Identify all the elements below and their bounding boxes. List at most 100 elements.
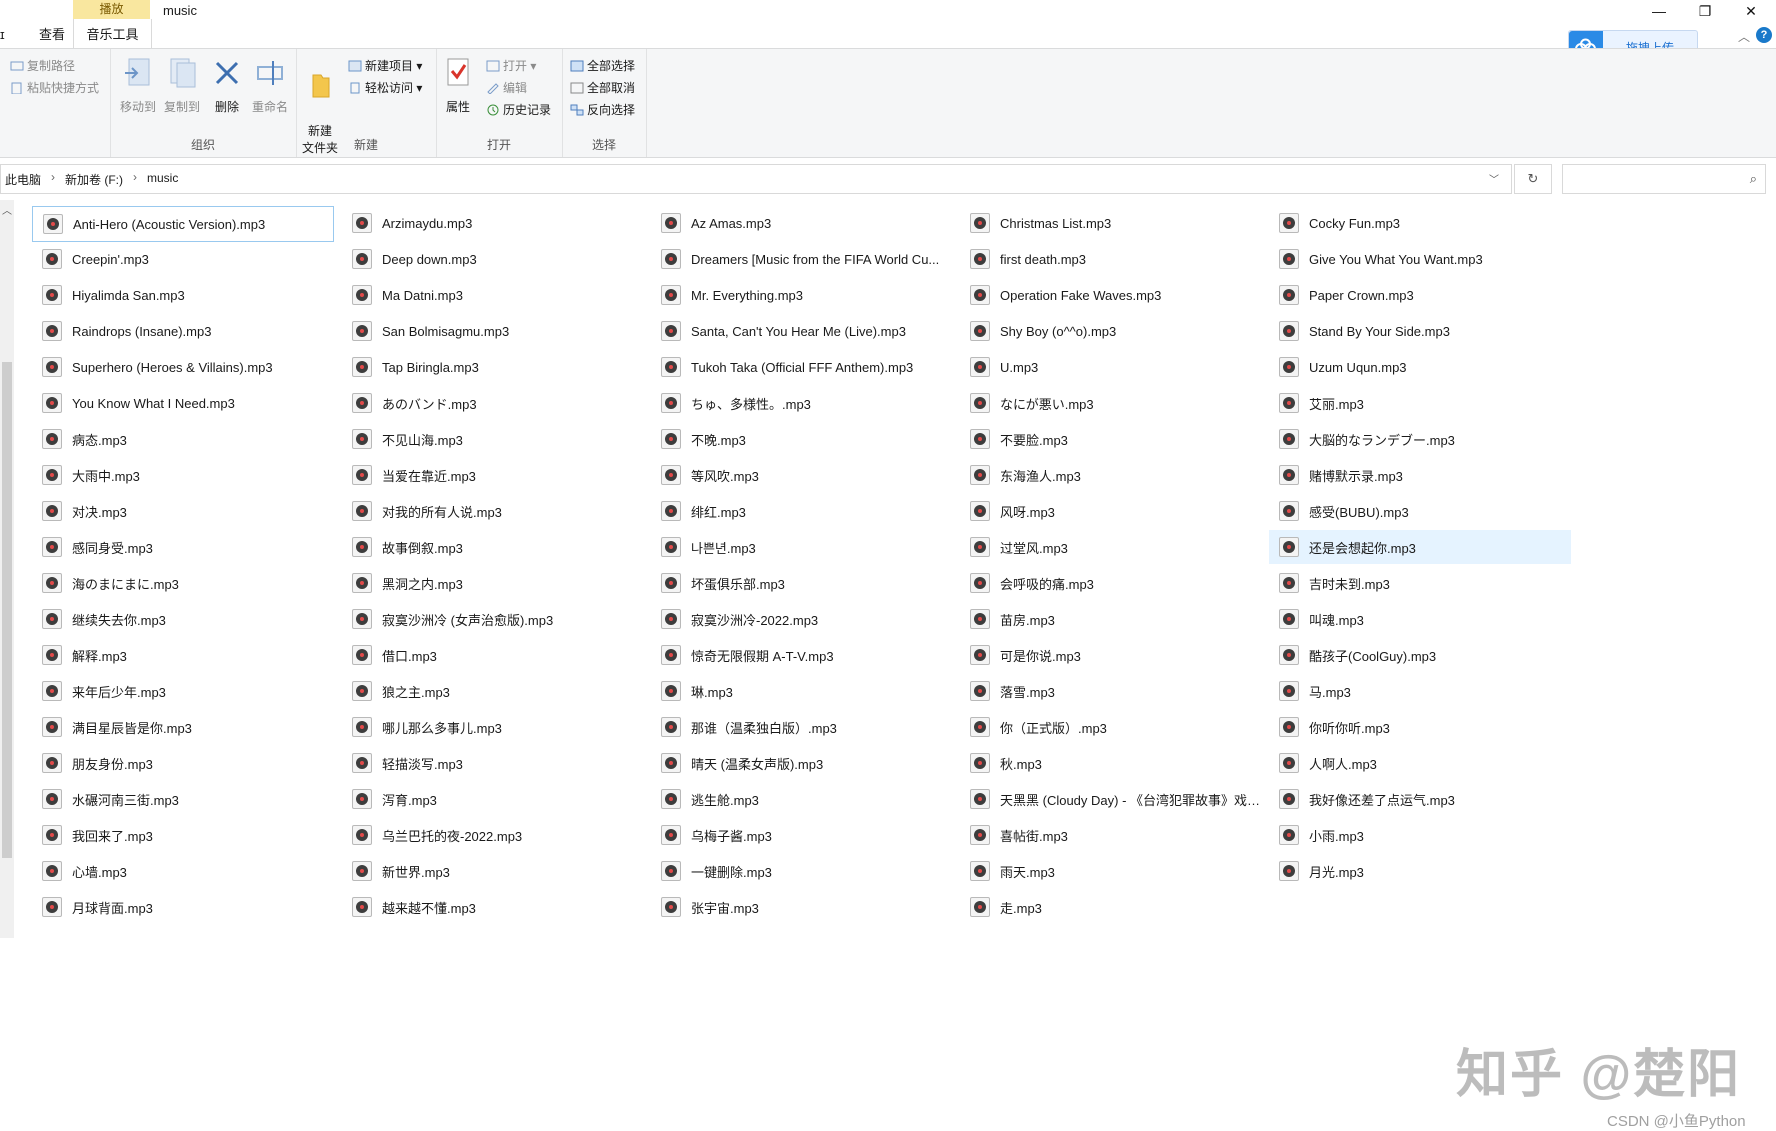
history-button[interactable]: 历史记录 bbox=[486, 101, 551, 118]
file-item[interactable]: 借口.mp3 bbox=[342, 638, 644, 672]
file-item[interactable]: 喜帖街.mp3 bbox=[960, 818, 1262, 852]
file-item[interactable]: Creepin'.mp3 bbox=[32, 242, 334, 276]
file-item[interactable]: U.mp3 bbox=[960, 350, 1262, 384]
file-item[interactable]: 感受(BUBU).mp3 bbox=[1269, 494, 1571, 528]
file-item[interactable]: 人啊人.mp3 bbox=[1269, 746, 1571, 780]
file-item[interactable]: Hiyalimda San.mp3 bbox=[32, 278, 334, 312]
file-item[interactable]: 解释.mp3 bbox=[32, 638, 334, 672]
file-item[interactable]: Give You What You Want.mp3 bbox=[1269, 242, 1571, 276]
file-item[interactable]: 寂寞沙洲冷 (女声治愈版).mp3 bbox=[342, 602, 644, 636]
breadcrumb-music[interactable]: music bbox=[147, 171, 178, 185]
file-item[interactable]: 马.mp3 bbox=[1269, 674, 1571, 708]
file-item[interactable]: 风呀.mp3 bbox=[960, 494, 1262, 528]
file-item[interactable]: 苗房.mp3 bbox=[960, 602, 1262, 636]
file-item[interactable]: 对我的所有人说.mp3 bbox=[342, 494, 644, 528]
file-item[interactable]: Dreamers [Music from the FIFA World Cu..… bbox=[651, 242, 953, 276]
file-item[interactable]: 酷孩子(CoolGuy).mp3 bbox=[1269, 638, 1571, 672]
file-item[interactable]: 走.mp3 bbox=[960, 890, 1262, 924]
rename-button[interactable]: 重命名 bbox=[248, 55, 292, 115]
file-item[interactable]: 哪儿那么多事儿.mp3 bbox=[342, 710, 644, 744]
minimize-button[interactable]: — bbox=[1636, 0, 1682, 22]
file-item[interactable]: Shy Boy (o^^o).mp3 bbox=[960, 314, 1262, 348]
file-item[interactable]: Paper Crown.mp3 bbox=[1269, 278, 1571, 312]
paste-shortcut-button[interactable]: 粘贴快捷方式 bbox=[10, 79, 99, 96]
file-item[interactable]: 故事倒叙.mp3 bbox=[342, 530, 644, 564]
delete-button[interactable]: 删除 bbox=[208, 55, 246, 115]
file-item[interactable]: 不见山海.mp3 bbox=[342, 422, 644, 456]
file-item[interactable]: 乌兰巴托的夜-2022.mp3 bbox=[342, 818, 644, 852]
file-item[interactable]: Uzum Uqun.mp3 bbox=[1269, 350, 1571, 384]
file-item[interactable]: 寂寞沙洲冷-2022.mp3 bbox=[651, 602, 953, 636]
file-item[interactable]: 绯红.mp3 bbox=[651, 494, 953, 528]
file-item[interactable]: Operation Fake Waves.mp3 bbox=[960, 278, 1262, 312]
file-item[interactable]: 过堂风.mp3 bbox=[960, 530, 1262, 564]
file-item[interactable]: 满目星辰皆是你.mp3 bbox=[32, 710, 334, 744]
file-item[interactable]: 大雨中.mp3 bbox=[32, 458, 334, 492]
new-item-button[interactable]: 新建项目 ▾ bbox=[348, 57, 422, 74]
file-item[interactable]: 一键删除.mp3 bbox=[651, 854, 953, 888]
edit-button[interactable]: 编辑 bbox=[486, 79, 527, 96]
file-item[interactable]: 水碾河南三街.mp3 bbox=[32, 782, 334, 816]
breadcrumb-this-pc[interactable]: 此电脑 bbox=[5, 171, 41, 188]
file-item[interactable]: 我好像还差了点运气.mp3 bbox=[1269, 782, 1571, 816]
vertical-scrollbar[interactable]: ︿ bbox=[0, 200, 14, 938]
easy-access-button[interactable]: 轻松访问 ▾ bbox=[348, 79, 422, 96]
file-item[interactable]: 乌梅子酱.mp3 bbox=[651, 818, 953, 852]
tab-music-tools[interactable]: 音乐工具 bbox=[73, 19, 152, 48]
file-item[interactable]: 琳.mp3 bbox=[651, 674, 953, 708]
file-item[interactable]: 越来越不懂.mp3 bbox=[342, 890, 644, 924]
file-item[interactable]: 我回来了.mp3 bbox=[32, 818, 334, 852]
file-item[interactable]: 泻育.mp3 bbox=[342, 782, 644, 816]
file-item[interactable]: 那谁（温柔独白版）.mp3 bbox=[651, 710, 953, 744]
copy-path-button[interactable]: 复制路径 bbox=[10, 57, 75, 74]
file-item[interactable]: Az Amas.mp3 bbox=[651, 206, 953, 240]
file-item[interactable]: 朋友身份.mp3 bbox=[32, 746, 334, 780]
file-item[interactable]: 月球背面.mp3 bbox=[32, 890, 334, 924]
scrollbar-thumb[interactable] bbox=[2, 362, 12, 858]
file-item[interactable]: Tap Biringla.mp3 bbox=[342, 350, 644, 384]
file-item[interactable]: Ma Datni.mp3 bbox=[342, 278, 644, 312]
file-item[interactable]: 小雨.mp3 bbox=[1269, 818, 1571, 852]
file-item[interactable]: なにが悪い.mp3 bbox=[960, 386, 1262, 420]
select-all-button[interactable]: 全部选择 bbox=[570, 57, 635, 74]
file-item[interactable]: Stand By Your Side.mp3 bbox=[1269, 314, 1571, 348]
file-item[interactable]: 坏蛋俱乐部.mp3 bbox=[651, 566, 953, 600]
select-none-button[interactable]: 全部取消 bbox=[570, 79, 635, 96]
file-item[interactable]: 나쁜년.mp3 bbox=[651, 530, 953, 564]
file-item[interactable]: Anti-Hero (Acoustic Version).mp3 bbox=[32, 206, 334, 242]
file-item[interactable]: 当爱在靠近.mp3 bbox=[342, 458, 644, 492]
file-item[interactable]: 狼之主.mp3 bbox=[342, 674, 644, 708]
address-bar[interactable]: 此电脑 › 新加卷 (F:) › music ﹀ bbox=[0, 164, 1512, 194]
collapse-ribbon-icon[interactable]: ︿ bbox=[1738, 28, 1750, 45]
file-item[interactable]: 病态.mp3 bbox=[32, 422, 334, 456]
file-item[interactable]: 月光.mp3 bbox=[1269, 854, 1571, 888]
file-item[interactable]: Cocky Fun.mp3 bbox=[1269, 206, 1571, 240]
copy-to-button[interactable]: 复制到 bbox=[160, 55, 204, 115]
file-item[interactable]: 大脳的なランデブー.mp3 bbox=[1269, 422, 1571, 456]
refresh-button[interactable]: ↻ bbox=[1514, 164, 1552, 194]
tab-view[interactable]: 查看 bbox=[31, 19, 73, 48]
file-item[interactable]: 秋.mp3 bbox=[960, 746, 1262, 780]
file-item[interactable]: 东海渔人.mp3 bbox=[960, 458, 1262, 492]
file-item[interactable]: 你（正式版）.mp3 bbox=[960, 710, 1262, 744]
file-item[interactable]: 惊奇无限假期 A-T-V.mp3 bbox=[651, 638, 953, 672]
file-item[interactable]: 继续失去你.mp3 bbox=[32, 602, 334, 636]
file-item[interactable]: 可是你说.mp3 bbox=[960, 638, 1262, 672]
file-item[interactable]: 雨天.mp3 bbox=[960, 854, 1262, 888]
file-item[interactable]: first death.mp3 bbox=[960, 242, 1262, 276]
file-item[interactable]: 海のまにまに.mp3 bbox=[32, 566, 334, 600]
file-item[interactable]: 等风吹.mp3 bbox=[651, 458, 953, 492]
file-item[interactable]: Raindrops (Insane).mp3 bbox=[32, 314, 334, 348]
file-item[interactable]: You Know What I Need.mp3 bbox=[32, 386, 334, 420]
help-icon[interactable]: ? bbox=[1756, 27, 1772, 43]
file-item[interactable]: 落雪.mp3 bbox=[960, 674, 1262, 708]
file-item[interactable]: 对决.mp3 bbox=[32, 494, 334, 528]
file-item[interactable]: 叫魂.mp3 bbox=[1269, 602, 1571, 636]
file-item[interactable]: 黑洞之内.mp3 bbox=[342, 566, 644, 600]
address-dropdown-icon[interactable]: ﹀ bbox=[1489, 171, 1499, 186]
file-item[interactable]: 吉时未到.mp3 bbox=[1269, 566, 1571, 600]
breadcrumb-volume-f[interactable]: 新加卷 (F:) bbox=[65, 171, 123, 188]
file-item[interactable]: Christmas List.mp3 bbox=[960, 206, 1262, 240]
close-button[interactable]: ✕ bbox=[1728, 0, 1774, 22]
search-input[interactable]: ⌕ bbox=[1562, 164, 1766, 194]
